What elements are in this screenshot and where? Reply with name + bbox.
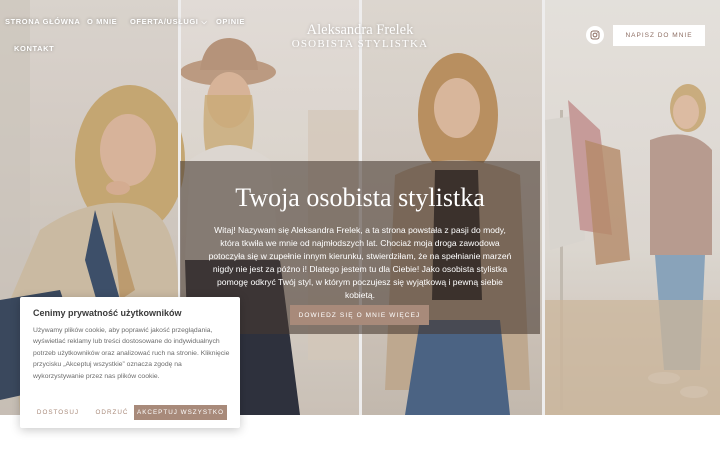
instagram-button[interactable]	[586, 26, 604, 44]
cookie-text: Używamy plików cookie, aby poprawić jako…	[33, 327, 230, 380]
write-to-me-button[interactable]: Napisz do mnie	[613, 25, 705, 46]
hero-title: Twoja osobista stylistka	[235, 183, 485, 212]
brand-name: Aleksandra Frelek	[306, 22, 414, 38]
nav-about-label: O mnie	[87, 17, 118, 26]
site-logo[interactable]: Aleksandra Frelek Osobista Stylistka	[278, 23, 442, 51]
nav-about[interactable]: O mnie	[87, 17, 117, 26]
hero-description: Witaj! Nazywam się Aleksandra Frelek, a …	[208, 225, 512, 300]
cookie-title: Cenimy prywatność użytkowników	[33, 308, 182, 318]
customize-button[interactable]: Dostosuj	[33, 405, 83, 420]
nav-contact-label: Kontakt	[14, 44, 55, 53]
accept-all-button[interactable]: Akceptuj wszystko	[134, 405, 227, 420]
nav-home-label: Strona główna	[5, 17, 81, 26]
nav-offer[interactable]: Oferta/Usługi ⌵	[130, 17, 207, 27]
top-navigation: Strona główna O mnie Oferta/Usługi ⌵ Opin…	[0, 14, 720, 74]
reject-button[interactable]: Odrzuć	[87, 405, 137, 420]
nav-reviews-label: Opinie	[216, 17, 246, 26]
nav-home[interactable]: Strona główna	[5, 17, 80, 26]
brand-subtitle: Osobista Stylistka	[291, 38, 429, 50]
nav-contact[interactable]: Kontakt	[14, 44, 54, 53]
learn-more-button[interactable]: Dowiedz się o mnie więcej	[290, 305, 429, 325]
chevron-down-icon: ⌵	[201, 19, 208, 26]
instagram-icon	[590, 30, 600, 40]
nav-offer-label: Oferta/Usługi	[130, 17, 199, 26]
nav-reviews[interactable]: Opinie	[216, 17, 245, 26]
cookie-consent-banner: Cenimy prywatność użytkowników Używamy p…	[20, 297, 240, 428]
